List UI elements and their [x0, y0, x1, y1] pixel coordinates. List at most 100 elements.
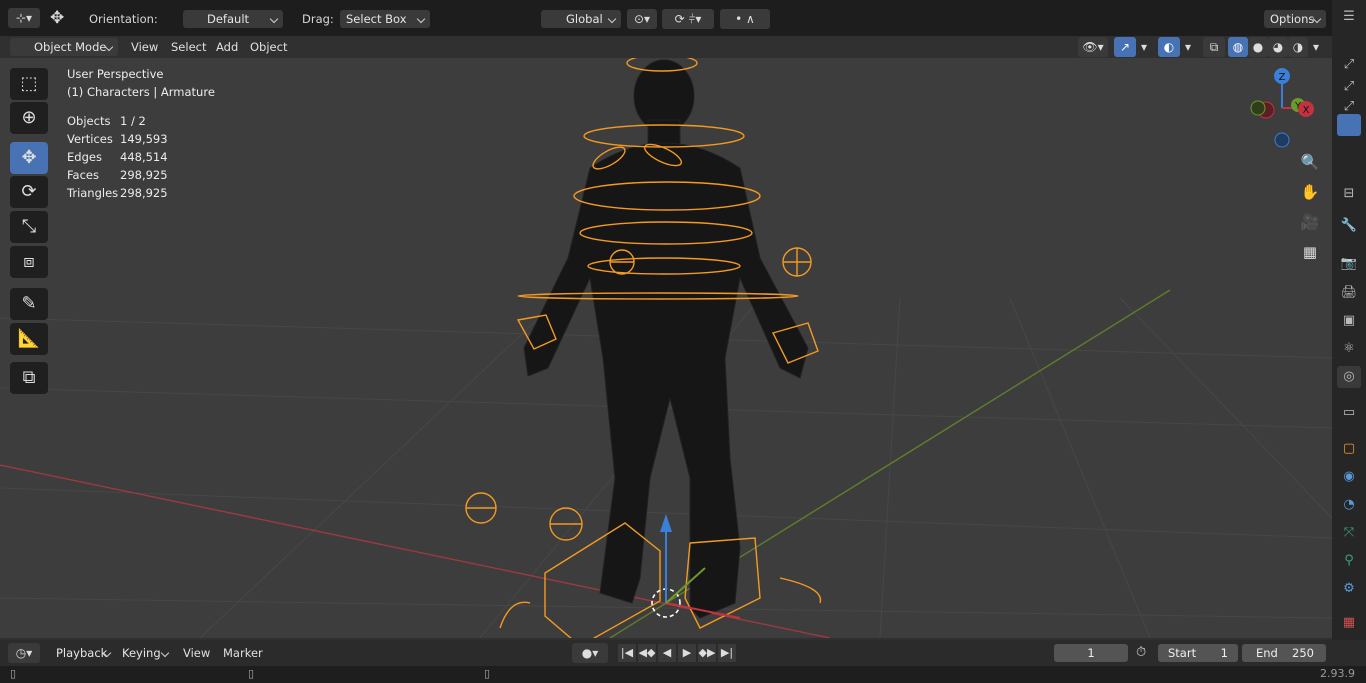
rotate-tool[interactable]: ⟳ — [10, 176, 48, 208]
camera-view-icon[interactable]: 🎥 — [1297, 209, 1323, 235]
gizmo-neg-y-ball[interactable] — [1250, 100, 1266, 116]
end-frame-label: End — [1256, 646, 1278, 660]
visibility-icon[interactable]: 👁▾ — [1078, 37, 1108, 57]
jump-prev-keyframe-icon[interactable]: ◀◆ — [638, 644, 656, 662]
status-bar: ▯ ▯ ▯ 2.93.9 — [0, 666, 1366, 683]
timeline-header: ◷▾ Playback Keying View Marker ●▾ |◀ ◀◆ … — [0, 640, 1366, 666]
overlay-dropdown-icon[interactable]: ▾ — [1180, 37, 1196, 57]
modifier-properties-icon[interactable]: ◉ — [1337, 466, 1361, 488]
viewport-header: Object Mode View Select Add Object 👁▾ ↗ … — [0, 36, 1332, 58]
play-reverse-icon[interactable]: ◀ — [658, 644, 676, 662]
render-properties-icon[interactable]: 📷 — [1337, 253, 1361, 275]
annotate-tool[interactable]: ✎ — [10, 288, 48, 320]
select-box-tool[interactable]: ⬚ — [10, 68, 48, 100]
timeline-menu-view[interactable]: View — [178, 644, 215, 662]
menu-select[interactable]: Select — [166, 38, 211, 56]
pin-icon[interactable]: ⤢ — [1337, 54, 1361, 76]
move-tool[interactable]: ✥ — [10, 142, 48, 174]
pivot-point-icon[interactable]: ⊙▾ — [627, 9, 657, 29]
stats-value: 149,593 — [120, 132, 168, 146]
navigation-gizmo[interactable]: Z Y X — [1242, 68, 1322, 148]
outliner-icon[interactable]: ☰ — [1337, 6, 1361, 28]
scene-properties-icon[interactable]: ⚛ — [1337, 338, 1361, 360]
measure-tool[interactable]: 📐 — [10, 323, 48, 355]
active-outliner-item[interactable] — [1337, 114, 1361, 136]
gizmo-z-label: Z — [1279, 72, 1286, 83]
active-collection-label: (1) Characters | Armature — [67, 85, 215, 99]
stats-label: Vertices — [67, 132, 113, 146]
timeline-editor-type-icon[interactable]: ◷▾ — [8, 643, 40, 663]
collection-properties-icon[interactable]: ▭ — [1337, 402, 1361, 424]
pan-hand-icon[interactable]: ✋ — [1297, 179, 1323, 205]
jump-end-icon[interactable]: ▶| — [718, 644, 736, 662]
stats-row: Faces 298,925 — [67, 166, 207, 184]
view-perspective-label: User Perspective — [67, 67, 164, 81]
timeline-menu-keying[interactable]: Keying — [116, 644, 174, 662]
world-properties-icon[interactable]: ◎ — [1337, 366, 1361, 388]
play-icon[interactable]: ▶ — [678, 644, 696, 662]
proportional-edit-icon[interactable]: • ∧ — [720, 9, 770, 29]
view-layer-icon[interactable]: ▣ — [1337, 310, 1361, 332]
object-properties-icon[interactable]: ▢ — [1337, 438, 1361, 460]
overlay-toggle-icon[interactable]: ◐ — [1158, 37, 1180, 57]
stats-value: 1 / 2 — [120, 114, 146, 128]
start-frame-field[interactable]: Start 1 — [1158, 644, 1238, 662]
rendered-shading-icon[interactable]: ◑ — [1288, 37, 1308, 57]
mode-dropdown[interactable]: Object Mode — [10, 38, 118, 56]
end-frame-value: 250 — [1292, 646, 1314, 660]
jump-next-keyframe-icon[interactable]: ◆▶ — [698, 644, 716, 662]
transform-orientation-dropdown[interactable]: Global — [541, 10, 621, 28]
options-dropdown[interactable]: Options — [1264, 10, 1326, 28]
menu-view[interactable]: View — [126, 38, 163, 56]
material-shading-icon[interactable]: ◕ — [1268, 37, 1288, 57]
mouse-right-icon: ▯ — [484, 667, 491, 680]
add-cube-icon: ⧉ — [22, 367, 36, 388]
solid-shading-icon[interactable]: ● — [1248, 37, 1268, 57]
physics-properties-icon[interactable]: ◔ — [1337, 494, 1361, 516]
xray-icon[interactable]: ⧉ — [1203, 37, 1225, 57]
object-constraint-icon[interactable]: ⤧ — [1337, 522, 1361, 544]
timeline-menu-playback[interactable]: Playback — [50, 644, 116, 662]
texture-properties-icon[interactable]: ▦ — [1337, 612, 1361, 634]
output-properties-icon[interactable]: 🖨 — [1337, 282, 1361, 304]
drag-dropdown[interactable]: Select Box — [340, 10, 430, 28]
current-frame-field[interactable]: 1 — [1054, 644, 1128, 662]
transform-icon: ⧈ — [23, 251, 35, 272]
menu-add[interactable]: Add — [211, 38, 243, 56]
gizmo-dropdown-icon[interactable]: ▾ — [1136, 37, 1152, 57]
gizmo-toggle-icon[interactable]: ↗ — [1114, 37, 1136, 57]
timeline-menu-marker[interactable]: Marker — [218, 644, 268, 662]
cursor-tool[interactable]: ⊕ — [10, 102, 48, 134]
start-frame-value: 1 — [1220, 646, 1228, 660]
bone-properties-icon[interactable]: ⚙ — [1337, 578, 1361, 600]
menu-object[interactable]: Object — [245, 38, 292, 56]
stopwatch-icon[interactable]: ⏱ — [1136, 644, 1146, 662]
editor-type-button[interactable]: ⊹▾ — [8, 8, 40, 28]
gizmo-z-arrow[interactable] — [660, 514, 672, 532]
stats-row: Objects 1 / 2 — [67, 112, 207, 130]
drag-label: Drag: — [302, 12, 334, 26]
snap-icon[interactable]: ⟳ ⫩▾ — [662, 9, 714, 29]
wireframe-shading-icon[interactable]: ◍ — [1228, 37, 1248, 57]
transform-tool[interactable]: ⧈ — [10, 246, 48, 278]
shading-dropdown-icon[interactable]: ▾ — [1308, 37, 1324, 57]
stats-label: Triangles — [67, 186, 119, 200]
properties-toggle-icon[interactable]: ⊟ — [1337, 183, 1361, 205]
3d-viewport[interactable]: User Perspective (1) Characters | Armatu… — [0, 58, 1332, 638]
pin-icon[interactable]: ⤢ — [1337, 76, 1361, 98]
stats-row: Triangles 298,925 — [67, 184, 207, 202]
perspective-toggle-icon[interactable]: ▦ — [1297, 239, 1323, 265]
stats-row: Vertices 149,593 — [67, 130, 207, 148]
jump-start-icon[interactable]: |◀ — [618, 644, 636, 662]
gizmo-neg-z-ball[interactable] — [1274, 132, 1290, 148]
tool-properties-icon[interactable]: 🔧 — [1337, 215, 1361, 237]
record-keyframe-icon[interactable]: ●▾ — [572, 643, 608, 663]
zoom-icon[interactable]: 🔍 — [1297, 149, 1323, 175]
orientation-dropdown[interactable]: Default — [183, 10, 283, 28]
select-box-icon: ⬚ — [20, 73, 38, 94]
object-data-armature-icon[interactable]: ⚲ — [1337, 550, 1361, 572]
mouse-left-icon: ▯ — [10, 667, 17, 680]
end-frame-field[interactable]: End 250 — [1242, 644, 1326, 662]
add-cube-tool[interactable]: ⧉ — [10, 362, 48, 394]
scale-tool[interactable]: ⤡ — [10, 211, 48, 243]
